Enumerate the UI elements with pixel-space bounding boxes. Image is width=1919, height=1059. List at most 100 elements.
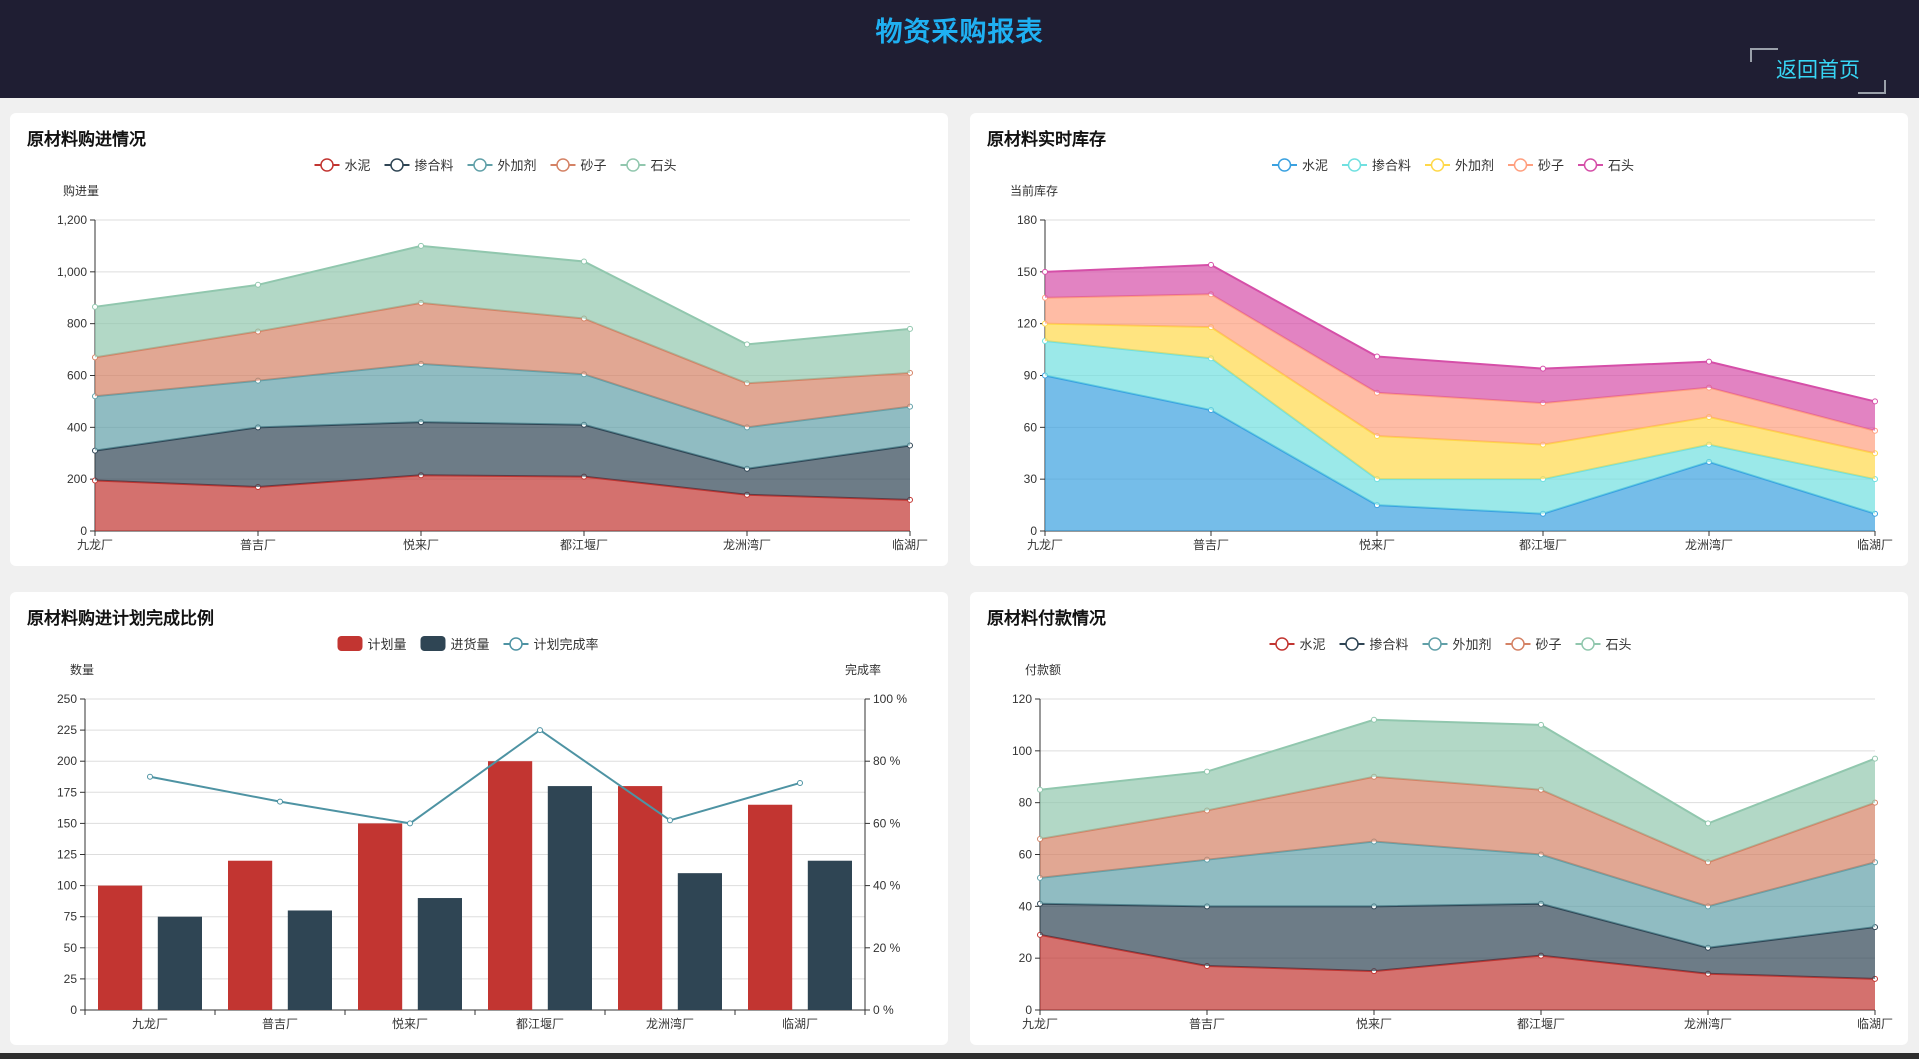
y-axis-title: 购进量 [63,183,99,198]
y-tick-label: 25 [64,972,78,986]
data-point [418,242,424,249]
y-tick-label: 250 [57,692,77,706]
bar-计划量 [748,804,793,1010]
x-tick-label: 普吉厂 [1193,538,1229,552]
x-tick-label: 九龙厂 [1022,1017,1058,1031]
y-tick-label: 75 [64,910,78,924]
data-point [1371,716,1377,723]
legend-marker [1583,158,1598,172]
x-tick-label: 九龙厂 [1027,538,1063,552]
y-tick-label: 0 [70,1003,77,1017]
data-point [1374,353,1380,360]
y-tick-label: 1,200 [57,213,87,227]
y-tick-label: 40 [1019,899,1033,913]
y2-tick-label: 40 % [873,879,901,893]
legend-label: 外加剂 [498,158,537,173]
legend-item-3: 砂子 [1505,637,1562,652]
x-tick-label: 都江堰厂 [1519,538,1567,552]
legend-item-2: 外加剂 [1422,637,1492,652]
y-tick-label: 150 [57,816,77,830]
payment-chart: 0 20 40 60 80 100 120 付款额九龙厂 普吉厂 悦来厂 都江堰厂 龙洲湾厂 临湖厂 水泥… [1012,637,1893,1031]
y2-tick-label: 80 % [873,754,901,768]
purchase-panel: 原材料购进情况 0 200 400 600 800 1,000 1,200 购进量 九龙厂 普吉厂… [10,113,948,566]
x-tick-label: 悦来厂 [1359,538,1395,552]
y-tick-label: 200 [57,754,77,768]
x-tick-label: 龙洲湾厂 [1685,537,1733,552]
y-tick-label: 600 [67,369,87,383]
legend-marker [1511,637,1525,651]
data-point [1705,820,1711,827]
x-tick-label: 普吉厂 [1189,1017,1225,1031]
legend-item-1: 掺合料 [384,158,454,173]
legend-item-0: 计划量 [337,636,407,652]
legend-marker [473,158,487,172]
legend-label: 外加剂 [1455,158,1494,173]
legend-marker [1430,158,1445,172]
y-tick-label: 200 [67,472,87,486]
back-home-label: 返回首页 [1776,59,1860,82]
legend-marker [1581,637,1595,651]
legend-label: 计划量 [368,637,407,652]
legend-label: 掺合料 [1372,158,1411,173]
y-tick-label: 150 [1017,265,1037,279]
legend-item-3: 砂子 [1508,158,1564,173]
legend-label: 水泥 [1302,158,1328,173]
data-point [1540,365,1546,372]
data-point [1872,398,1878,405]
legend-label: 水泥 [1300,637,1326,652]
data-point [92,303,98,310]
x-tick-label: 龙洲湾厂 [646,1016,694,1031]
plan-chart: 0 25 50 75 100 125 150 175 200 225 250 数量九龙厂 普吉厂 悦来厂 都… [57,636,907,1031]
legend-marker [1275,637,1289,651]
y-tick-label: 60 [1019,848,1033,862]
x-tick-label: 都江堰厂 [516,1017,564,1031]
y-tick-label: 120 [1017,317,1037,331]
legend-item-2: 外加剂 [467,158,537,173]
payment-panel: 原材料付款情况 0 20 40 60 80 100 120 付款额 九龙厂 普吉厂 悦来厂 都江堰厂龙… [970,592,1908,1045]
purchase-chart: 0 200 400 600 800 1,000 1,200 购进量九龙厂 普吉厂 悦来厂 都江堰厂 龙… [57,158,928,552]
y2-tick-label: 0 % [873,1003,894,1017]
legend-item-0: 水泥 [1272,158,1328,173]
bar-进货量 [547,786,592,1010]
y2-tick-label: 20 % [873,941,901,955]
legend-item-4: 石头 [1575,637,1632,652]
x-tick-label: 悦来厂 [392,1017,428,1031]
data-point [277,798,283,805]
x-tick-label: 临湖厂 [1857,1016,1893,1031]
data-point [1204,768,1210,775]
x-tick-label: 临湖厂 [892,537,928,552]
x-tick-label: 临湖厂 [1857,537,1893,552]
bar-计划量 [488,761,533,1010]
legend-marker [320,158,334,172]
legend-label: 石头 [651,158,677,173]
data-point [797,779,803,786]
bar-进货量 [417,898,462,1010]
legend-item-2: 计划完成率 [503,637,599,652]
x-tick-label: 龙洲湾厂 [723,537,771,552]
y-axis-title: 付款额 [1025,663,1061,677]
legend-swatch [420,636,446,651]
legend-label: 砂子 [1536,637,1562,652]
data-point [1042,268,1048,275]
bar-计划量 [618,786,663,1010]
back-home-button[interactable]: 返回首页 [1750,48,1886,94]
legend-label: 外加剂 [1453,637,1492,652]
legend-label: 计划完成率 [534,637,599,652]
legend-item-2: 外加剂 [1425,158,1494,173]
x-tick-label: 九龙厂 [77,538,113,552]
legend-label: 砂子 [581,158,607,173]
legend-label: 水泥 [345,158,371,173]
legend-item-3: 砂子 [550,158,607,173]
data-point [667,817,673,824]
y-tick-label: 80 [1019,796,1033,810]
y-axis-title: 当前库存 [1010,183,1058,198]
data-point [1706,358,1712,365]
legend-marker [390,158,404,172]
legend-item-0: 水泥 [1269,637,1326,652]
x-tick-label: 普吉厂 [240,538,276,552]
bar-进货量 [677,873,722,1010]
x-tick-label: 九龙厂 [132,1017,168,1031]
corner-decoration-top-left [1750,48,1778,62]
data-point [147,773,153,780]
x-tick-label: 悦来厂 [403,538,439,552]
